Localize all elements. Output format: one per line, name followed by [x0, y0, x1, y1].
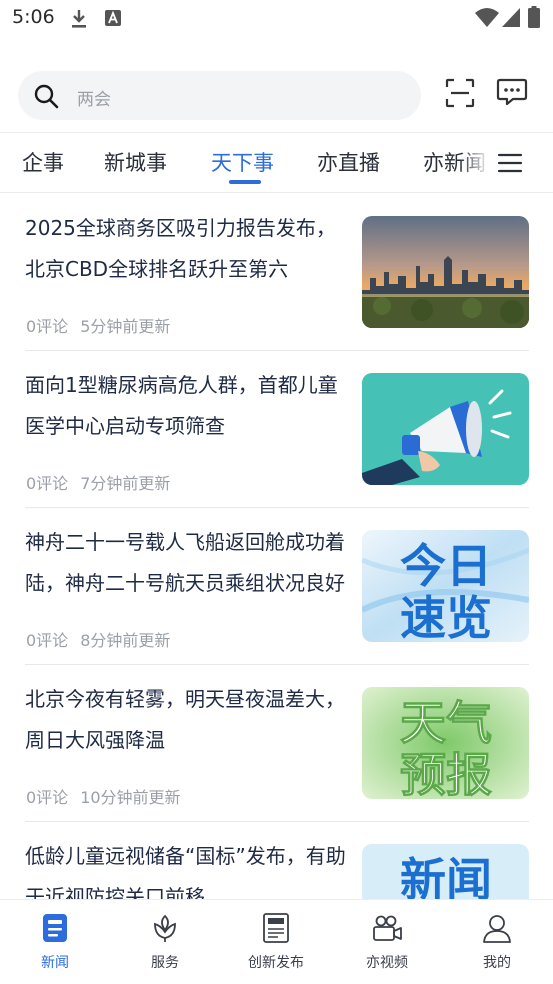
news-item[interactable]: 北京今夜有轻雾，明天昼夜温差大，周日大风强降温 0评论 10分钟前更新 天气 预报	[25, 665, 529, 822]
news-meta: 0评论 10分钟前更新	[26, 784, 181, 808]
search-icon	[34, 84, 59, 109]
news-title: 2025全球商务区吸引力报告发布，北京CBD全球排名跃升至第六	[25, 216, 336, 281]
update-time: 7分钟前更新	[80, 474, 171, 493]
svg-text:预报: 预报	[400, 748, 492, 799]
search-placeholder: 两会	[77, 90, 111, 110]
nav-label: 创新发布	[248, 955, 304, 971]
bottom-nav: 新闻 服务 创新发布 亦视频 我的	[0, 899, 553, 984]
channel-tabs: 企事 新城事 天下事 亦直播 亦新闻	[0, 132, 553, 193]
tab-qishi[interactable]: 企事	[22, 147, 64, 177]
nav-profile[interactable]: 我的	[442, 900, 552, 984]
comment-count: 0评论	[26, 631, 69, 650]
video-icon	[373, 915, 402, 941]
news-meta: 0评论 7分钟前更新	[26, 470, 170, 494]
news-meta: 0评论 8分钟前更新	[26, 627, 170, 651]
nav-label: 我的	[483, 955, 511, 971]
nav-label: 亦视频	[366, 955, 408, 971]
publish-icon	[263, 913, 289, 943]
svg-text:新闻: 新闻	[400, 853, 492, 899]
search-input[interactable]: 两会	[18, 71, 421, 120]
thumbnail-news: 新闻	[362, 844, 529, 899]
update-time: 5分钟前更新	[80, 317, 171, 336]
battery-icon	[528, 6, 540, 28]
svg-text:天气: 天气	[400, 696, 492, 750]
news-title: 神舟二十一号载人飞船返回舱成功着陆，神舟二十号航天员乘组状况良好	[25, 530, 345, 595]
scan-icon[interactable]	[444, 77, 476, 109]
tab-fade	[460, 133, 490, 191]
news-title: 面向1型糖尿病高危人群，首都儿童医学中心启动专项筛查	[25, 373, 338, 438]
status-bar: 5:06	[0, 0, 553, 40]
nav-label: 新闻	[41, 955, 69, 971]
nav-label: 服务	[151, 955, 179, 971]
news-item[interactable]: 低龄儿童远视储备“国标”发布，有助于近视防控关口前移 新闻	[25, 822, 529, 899]
message-icon[interactable]	[496, 77, 528, 107]
thumbnail-megaphone	[362, 373, 529, 485]
comment-count: 0评论	[26, 788, 69, 807]
svg-text:今日: 今日	[400, 539, 492, 593]
tab-yizhibo[interactable]: 亦直播	[317, 147, 380, 177]
news-title: 北京今夜有轻雾，明天昼夜温差大，周日大风强降温	[25, 687, 345, 752]
comment-count: 0评论	[26, 474, 69, 493]
nav-service[interactable]: 服务	[110, 900, 220, 984]
service-icon	[154, 914, 176, 942]
active-tab-indicator	[229, 180, 261, 184]
news-item[interactable]: 神舟二十一号载人飞船返回舱成功着陆，神舟二十号航天员乘组状况良好 0评论 8分钟前…	[25, 508, 529, 665]
profile-icon	[483, 915, 511, 943]
nav-news[interactable]: 新闻	[0, 900, 110, 984]
download-icon	[72, 10, 86, 28]
menu-icon[interactable]	[497, 152, 523, 174]
thumbnail-weather-forecast: 天气 预报	[362, 687, 529, 799]
news-item[interactable]: 2025全球商务区吸引力报告发布，北京CBD全球排名跃升至第六 0评论 5分钟前更…	[25, 194, 529, 351]
nav-video[interactable]: 亦视频	[332, 900, 442, 984]
status-time: 5:06	[12, 6, 55, 28]
comment-count: 0评论	[26, 317, 69, 336]
tab-xinchengshi[interactable]: 新城事	[104, 147, 167, 177]
svg-text:速览: 速览	[400, 591, 492, 642]
news-feed: 2025全球商务区吸引力报告发布，北京CBD全球排名跃升至第六 0评论 5分钟前更…	[0, 194, 553, 899]
news-item[interactable]: 面向1型糖尿病高危人群，首都儿童医学中心启动专项筛查 0评论 7分钟前更新	[25, 351, 529, 508]
nav-innovation-publish[interactable]: 创新发布	[221, 900, 331, 984]
tab-tianxiashi[interactable]: 天下事	[211, 147, 274, 177]
update-time: 8分钟前更新	[80, 631, 171, 650]
update-time: 10分钟前更新	[80, 788, 181, 807]
news-title: 低龄儿童远视储备“国标”发布，有助于近视防控关口前移	[25, 844, 346, 899]
signal-icon	[502, 8, 520, 27]
text-a-icon	[105, 10, 121, 26]
thumbnail-city-skyline	[362, 216, 529, 328]
news-icon	[43, 914, 67, 942]
thumbnail-today-overview: 今日 速览	[362, 530, 529, 642]
news-meta: 0评论 5分钟前更新	[26, 313, 170, 337]
wifi-icon	[475, 8, 499, 27]
